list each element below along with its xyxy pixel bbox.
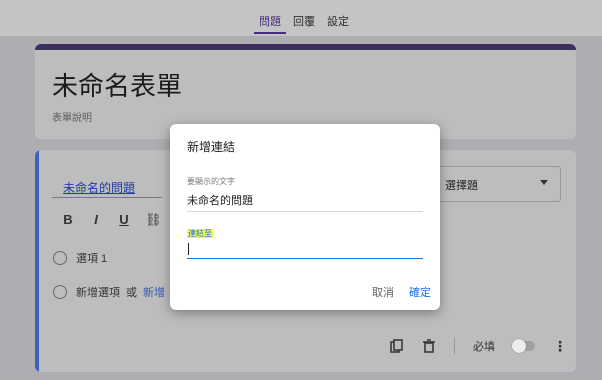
option-1-label[interactable]: 選項 1 (76, 250, 107, 266)
divider (454, 337, 455, 355)
cancel-button[interactable]: 取消 (372, 284, 394, 300)
link-url-input[interactable] (187, 240, 423, 259)
link-to-label-text: 連結至 (187, 229, 213, 238)
form-title[interactable]: 未命名表單 (52, 66, 182, 103)
or-text: 或 (126, 287, 137, 299)
required-toggle[interactable] (512, 339, 535, 353)
required-label: 必填 (473, 341, 495, 353)
question-type-label: 選擇題 (445, 180, 478, 192)
option-row-1: 選項 1 (53, 250, 107, 266)
duplicate-icon[interactable] (390, 339, 404, 353)
dropdown-caret-icon (540, 180, 548, 185)
tab-responses[interactable]: 回覆 (287, 14, 321, 36)
title-card-accent-bar (35, 44, 576, 50)
form-description[interactable]: 表單說明 (52, 109, 92, 124)
delete-icon[interactable] (422, 339, 436, 353)
radio-icon (53, 251, 67, 265)
more-options-icon[interactable]: ⋮ (553, 338, 567, 355)
italic-icon[interactable]: I (89, 212, 103, 228)
question-type-dropdown[interactable]: 選擇題 (434, 166, 561, 202)
add-option-row: 新增選項 或 新增「其 (53, 284, 187, 300)
add-link-dialog: 新增連結 要顯示的文字 未命名的問題 連結至 取消 確定 (170, 124, 440, 310)
tab-questions[interactable]: 問題 (253, 14, 287, 36)
question-title-text: 未命名的問題 (63, 181, 136, 195)
question-footer-tools: 必填 ⋮ (390, 337, 567, 355)
text-caret (188, 243, 189, 255)
question-active-indicator (35, 150, 39, 372)
display-text-label: 要顯示的文字 (187, 177, 235, 186)
dialog-title: 新增連結 (187, 140, 236, 154)
ok-button[interactable]: 確定 (409, 284, 431, 300)
link-icon[interactable]: ⛓ (145, 212, 162, 228)
text-format-toolbar: B I U ⛓ (61, 212, 162, 228)
question-title-field[interactable]: 未命名的問題 (52, 167, 162, 198)
underline-icon[interactable]: U (117, 212, 131, 228)
bold-icon[interactable]: B (61, 212, 75, 228)
tab-bar: 問題 回覆 設定 (253, 14, 355, 36)
top-navigation-bar: 問題 回覆 設定 (0, 0, 602, 36)
add-option-link[interactable]: 新增選項 (76, 284, 120, 300)
tab-settings[interactable]: 設定 (321, 14, 355, 36)
radio-icon (53, 285, 67, 299)
link-to-label: 連結至 (187, 228, 213, 239)
display-text-input[interactable]: 未命名的問題 (187, 193, 423, 212)
